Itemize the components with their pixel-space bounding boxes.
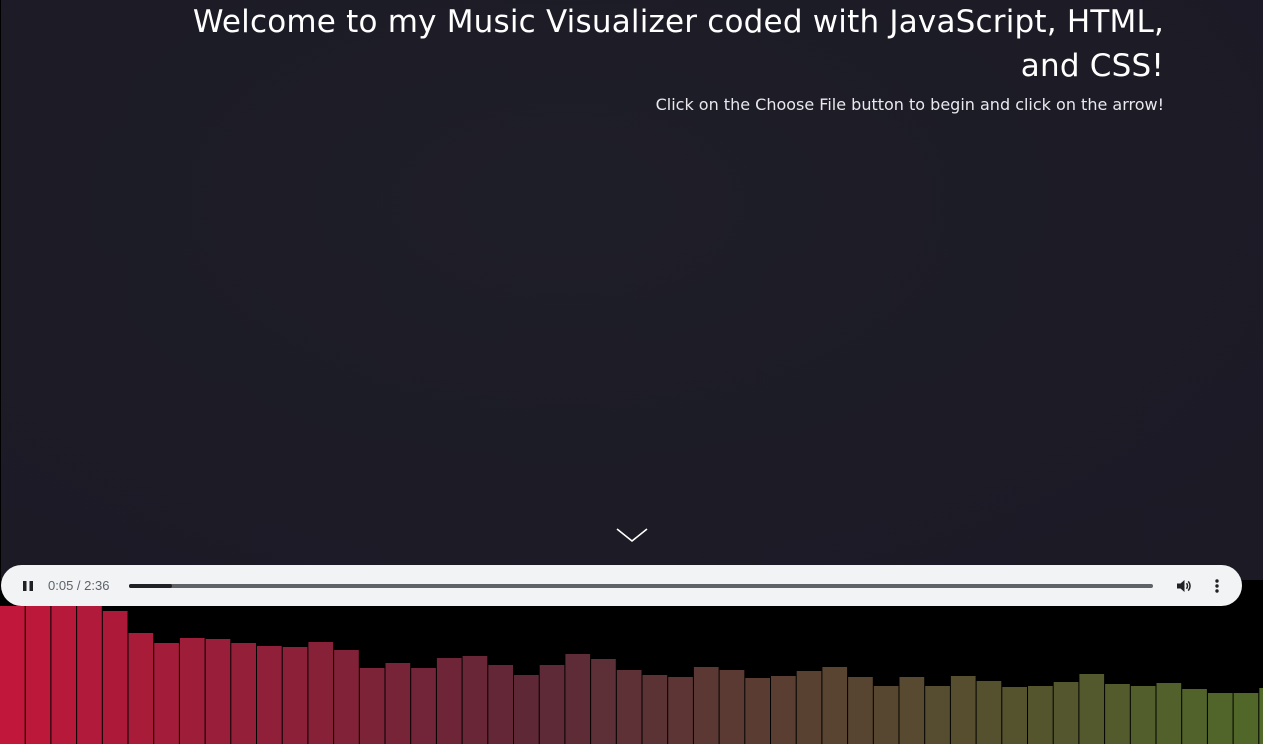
visualizer-bar xyxy=(873,686,899,744)
visualizer-bar xyxy=(1002,687,1027,744)
visualizer-bar xyxy=(719,670,745,744)
visualizer-bar xyxy=(1079,674,1105,744)
visualizer-bar xyxy=(1233,693,1259,744)
visualizer-bar xyxy=(565,654,591,744)
title-line-1: Welcome to my Music Visualizer coded wit… xyxy=(192,4,1164,40)
visualizer-bar xyxy=(591,659,616,744)
visualizer-bar xyxy=(1259,688,1263,744)
visualizer-bar xyxy=(745,678,770,744)
page-title: Welcome to my Music Visualizer coded wit… xyxy=(164,0,1164,88)
chevron-down-icon[interactable] xyxy=(615,526,649,546)
visualizer-bar xyxy=(488,665,513,744)
visualizer-bar xyxy=(179,638,205,744)
visualizer-bar xyxy=(77,606,102,744)
visualizer-bar xyxy=(257,646,282,744)
music-visualizer-page: Welcome to my Music Visualizer coded wit… xyxy=(0,0,1263,744)
visualizer-bar xyxy=(616,670,642,744)
visualizer-bar xyxy=(899,677,925,744)
visualizer-bar xyxy=(128,633,154,744)
visualizer-bar xyxy=(1207,693,1233,744)
heading: Welcome to my Music Visualizer coded wit… xyxy=(164,0,1164,116)
page-subtitle: Click on the Choose File button to begin… xyxy=(655,95,1164,114)
visualizer-bar xyxy=(848,677,873,744)
visualizer-bar xyxy=(154,643,179,744)
visualizer-bar xyxy=(1105,684,1130,744)
visualizer-bar xyxy=(822,667,848,744)
more-vertical-icon[interactable] xyxy=(1209,577,1225,595)
hero-section: Welcome to my Music Visualizer coded wit… xyxy=(1,0,1263,580)
visualizer-bar xyxy=(668,677,693,744)
seek-bar[interactable] xyxy=(129,584,1153,588)
visualizer-bar xyxy=(1156,683,1182,744)
audio-player: 0:05 / 2:36 xyxy=(1,565,1242,606)
visualizer-bar xyxy=(976,681,1002,744)
visualizer-bar xyxy=(102,611,128,744)
volume-icon[interactable] xyxy=(1175,577,1193,595)
pause-icon[interactable] xyxy=(20,578,36,594)
visualizer-bar xyxy=(308,642,334,744)
frequency-visualizer xyxy=(0,606,1263,744)
visualizer-bar xyxy=(925,686,950,744)
visualizer-bar xyxy=(1053,682,1079,744)
visualizer-bar xyxy=(359,668,385,744)
visualizer-bar xyxy=(950,676,976,744)
visualizer-bar xyxy=(25,606,51,744)
visualizer-bar xyxy=(0,606,25,744)
visualizer-bar xyxy=(693,667,719,744)
visualizer-bar xyxy=(539,665,565,744)
visualizer-bar xyxy=(642,675,668,744)
visualizer-bar xyxy=(1182,689,1207,744)
visualizer-bar xyxy=(411,668,436,744)
visualizer-bar xyxy=(771,676,796,744)
visualizer-bar xyxy=(514,675,539,744)
visualizer-bar xyxy=(796,671,822,744)
visualizer-bar xyxy=(205,639,231,744)
visualizer-bar xyxy=(1130,686,1156,744)
visualizer-bar xyxy=(334,650,359,744)
visualizer-bar xyxy=(385,663,411,744)
title-line-2: and CSS! xyxy=(1020,48,1164,84)
visualizer-bar xyxy=(282,647,308,744)
time-display: 0:05 / 2:36 xyxy=(48,578,110,593)
visualizer-bar xyxy=(51,606,77,744)
visualizer-bar xyxy=(231,643,256,744)
visualizer-bar xyxy=(1028,686,1053,744)
visualizer-bar xyxy=(436,658,462,744)
seek-bar-progress xyxy=(129,584,172,588)
visualizer-bar xyxy=(462,656,488,744)
